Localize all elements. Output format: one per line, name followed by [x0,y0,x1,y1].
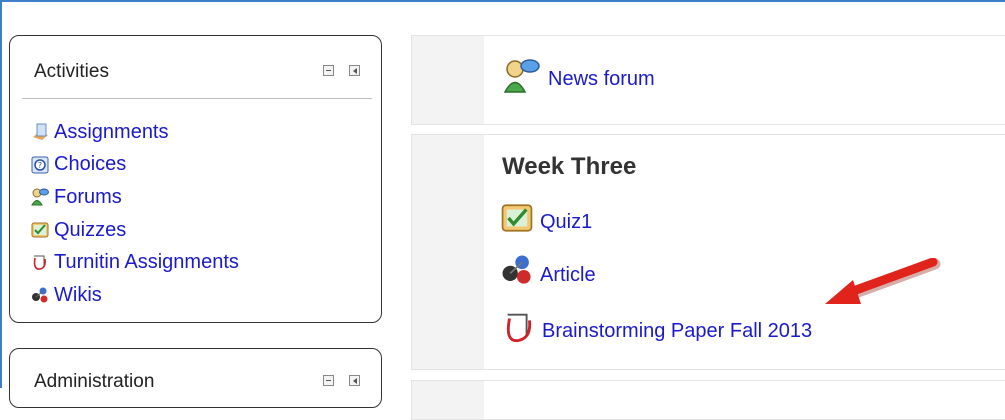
wiki-icon [30,285,50,305]
activity-link-choices[interactable]: Choices [54,153,126,176]
brainstorming-paper-link[interactable]: Brainstorming Paper Fall 2013 [542,320,812,343]
activity-link-turnitin-assignments[interactable]: Turnitin Assignments [54,251,239,274]
section-title: Week Three [502,153,637,180]
article-link[interactable]: Article [540,264,596,287]
activity-article[interactable]: Article [500,253,596,287]
activity-quiz1[interactable]: Quiz1 [500,201,592,235]
administration-block-title: Administration [34,371,155,392]
activity-item-choices[interactable]: ? Choices [30,149,239,182]
turnitin-icon [30,253,50,273]
activity-item-assignments[interactable]: Assignments [30,116,239,149]
hide-block-icon[interactable] [323,65,334,76]
forum-icon [502,56,542,96]
window-frame-left [0,0,2,388]
wiki-icon [500,253,534,287]
news-forum-link[interactable]: News forum [548,68,655,91]
assignment-icon [30,122,50,142]
dock-block-icon[interactable] [349,375,360,386]
section-content: Week Three Quiz1 Article Brainstorming P… [484,135,1005,369]
choice-icon: ? [30,155,50,175]
hide-block-icon[interactable] [323,375,334,386]
quiz-icon [30,220,50,240]
activities-block-header: Activities [10,36,381,100]
course-section-next [411,380,1005,420]
activity-item-wikis[interactable]: Wikis [30,279,239,312]
course-section-week-three: Week Three Quiz1 Article Brainstorming P… [411,134,1005,370]
section-content [484,381,1005,419]
activities-list: Assignments ? Choices Forums Quizzes Tur… [30,116,239,312]
activities-block: Activities Assignments ? Choices Forums [9,35,382,323]
administration-block: Administration [9,348,382,408]
activity-link-assignments[interactable]: Assignments [54,121,169,144]
turnitin-icon [500,309,538,347]
activity-item-forums[interactable]: Forums [30,181,239,214]
window-frame-top [0,0,1005,2]
activity-link-quizzes[interactable]: Quizzes [54,219,126,242]
quiz-icon [500,201,534,235]
activity-brainstorming-paper[interactable]: Brainstorming Paper Fall 2013 [500,309,812,347]
activity-news-forum[interactable]: News forum [502,56,655,96]
activity-item-turnitin[interactable]: Turnitin Assignments [30,246,239,279]
activity-item-quizzes[interactable]: Quizzes [30,214,239,247]
course-section-general: News forum [411,35,1005,125]
activity-link-forums[interactable]: Forums [54,186,122,209]
dock-block-icon[interactable] [349,65,360,76]
svg-text:?: ? [38,161,42,170]
activities-block-title: Activities [34,61,109,82]
section-content: News forum [484,36,1005,124]
block-divider [22,98,372,99]
forum-icon [30,187,50,207]
activity-link-wikis[interactable]: Wikis [54,284,102,307]
annotation-arrow-icon [825,258,941,304]
quiz1-link[interactable]: Quiz1 [540,211,592,234]
